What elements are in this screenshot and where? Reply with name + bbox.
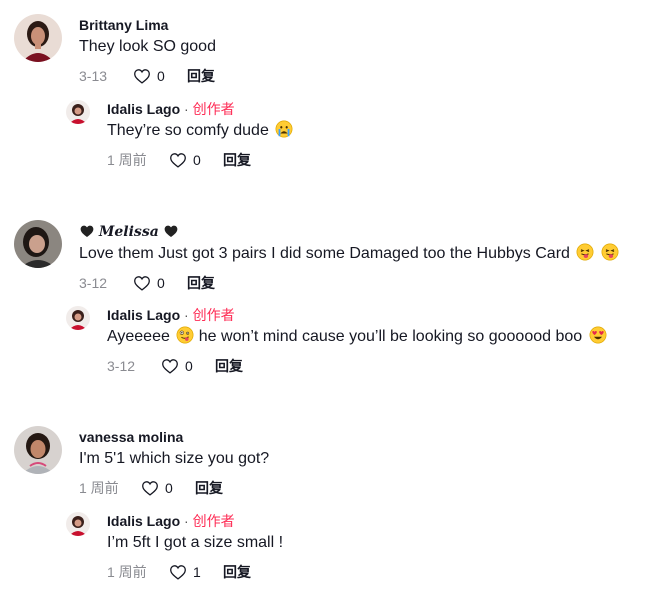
comment-meta: 3-12 0 回复 xyxy=(79,273,619,293)
separator: · xyxy=(184,101,189,117)
reply-author-line: Idalis Lago · 创作者 xyxy=(107,306,607,324)
heart-outline-icon xyxy=(162,359,178,374)
reply-time: 3-12 xyxy=(107,358,136,374)
reply-text: I’m 5ft I got a size small ! xyxy=(107,534,284,551)
reply-meta: 1 周前 0 回复 xyxy=(107,150,293,170)
comment-meta: 1 周前 0 回复 xyxy=(79,478,269,498)
avatar[interactable] xyxy=(14,14,62,62)
comment-author[interactable]: vanessa molina xyxy=(79,428,269,446)
avatar[interactable] xyxy=(66,306,90,330)
heart-outline-icon xyxy=(134,276,150,291)
avatar[interactable] xyxy=(14,220,62,268)
reply-text: They’re so comfy dude xyxy=(107,122,269,139)
comment-time: 3-13 xyxy=(79,68,108,84)
avatar[interactable] xyxy=(14,426,62,474)
like-count: 0 xyxy=(157,275,165,291)
reply-button[interactable]: 回复 xyxy=(187,273,215,293)
reply-meta: 1 周前 1 回复 xyxy=(107,562,283,582)
reply-text-continued: he won’t mind cause you’ll be looking so… xyxy=(198,328,583,345)
black-heart-icon xyxy=(164,225,178,238)
creator-badge: 创作者 xyxy=(192,101,235,117)
reply-button[interactable]: 回复 xyxy=(223,562,251,582)
like-count: 1 xyxy=(193,564,201,580)
like-button[interactable]: 0 xyxy=(133,275,187,291)
heart-outline-icon xyxy=(170,565,186,580)
creator-badge: 创作者 xyxy=(192,307,235,323)
reply-author[interactable]: Idalis Lago xyxy=(107,101,180,117)
avatar[interactable] xyxy=(66,512,90,536)
comment-author[interactable]: Melissa xyxy=(99,224,159,240)
reply-author-line: Idalis Lago · 创作者 xyxy=(107,100,293,118)
comment-time: 3-12 xyxy=(79,275,108,291)
creator-badge: 创作者 xyxy=(192,513,235,529)
crying-face-emoji xyxy=(275,120,293,138)
comment-time: 1 周前 xyxy=(79,480,119,496)
reply-author[interactable]: Idalis Lago xyxy=(107,307,180,323)
comment-author[interactable]: Brittany Lima xyxy=(79,16,216,34)
like-button[interactable]: 0 xyxy=(133,68,187,84)
reply-button[interactable]: 回复 xyxy=(215,356,243,376)
like-count: 0 xyxy=(157,68,165,84)
like-button[interactable]: 0 xyxy=(161,358,215,374)
comment-text: I'm 5'1 which size you got? xyxy=(79,450,270,467)
reply-text: Ayeeeee xyxy=(107,328,170,345)
tongue-face-emoji xyxy=(601,243,619,261)
heart-outline-icon xyxy=(170,153,186,168)
reply-button[interactable]: 回复 xyxy=(223,150,251,170)
comment-text-line: Love them Just got 3 pairs I did some Da… xyxy=(79,243,619,265)
reply-time: 1 周前 xyxy=(107,564,147,580)
reply-author[interactable]: Idalis Lago xyxy=(107,513,180,529)
like-button[interactable]: 0 xyxy=(141,480,195,496)
like-button[interactable]: 1 xyxy=(169,564,223,580)
reply-text-line: They’re so comfy dude xyxy=(107,120,293,142)
heart-outline-icon xyxy=(134,69,150,84)
separator: · xyxy=(184,513,189,529)
like-count: 0 xyxy=(193,152,201,168)
reply-button[interactable]: 回复 xyxy=(195,478,223,498)
avatar[interactable] xyxy=(66,100,90,124)
reply-author-line: Idalis Lago · 创作者 xyxy=(107,512,283,530)
zany-face-emoji xyxy=(176,326,194,344)
reply-time: 1 周前 xyxy=(107,152,147,168)
like-count: 0 xyxy=(185,358,193,374)
comment-text: Love them Just got 3 pairs I did some Da… xyxy=(79,245,570,262)
black-heart-icon xyxy=(80,225,94,238)
heart-outline-icon xyxy=(142,481,158,496)
like-button[interactable]: 0 xyxy=(169,152,223,168)
reply-button[interactable]: 回复 xyxy=(187,66,215,86)
comment-text: They look SO good xyxy=(79,38,216,55)
reply-text-line: Ayeeeee he won’t mind cause you’ll be lo… xyxy=(107,326,607,348)
tongue-face-emoji xyxy=(576,243,594,261)
like-count: 0 xyxy=(165,480,173,496)
separator: · xyxy=(184,307,189,323)
comment-author-line: Melissa xyxy=(79,222,619,241)
heart-eyes-emoji xyxy=(589,326,607,344)
reply-meta: 3-12 0 回复 xyxy=(107,356,607,376)
comment-meta: 3-13 0 回复 xyxy=(79,66,216,86)
